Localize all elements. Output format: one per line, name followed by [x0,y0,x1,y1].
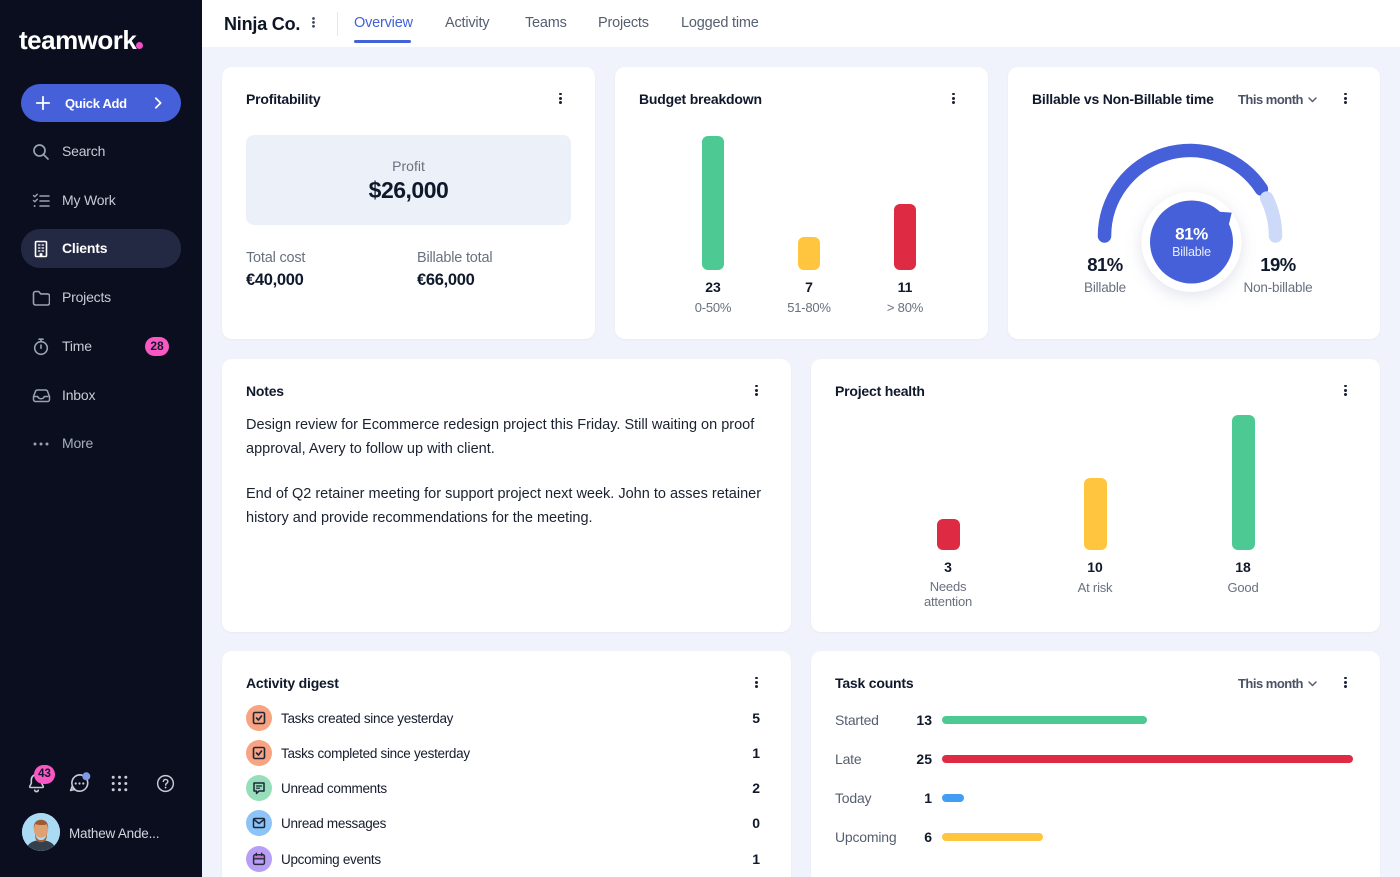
svg-text:81%: 81% [1175,225,1208,244]
svg-text:Billable: Billable [1172,245,1211,259]
svg-text:Billable: Billable [1084,280,1126,295]
svg-text:Non-billable: Non-billable [1244,280,1313,295]
svg-text:81%: 81% [1087,254,1123,275]
svg-text:19%: 19% [1260,254,1296,275]
